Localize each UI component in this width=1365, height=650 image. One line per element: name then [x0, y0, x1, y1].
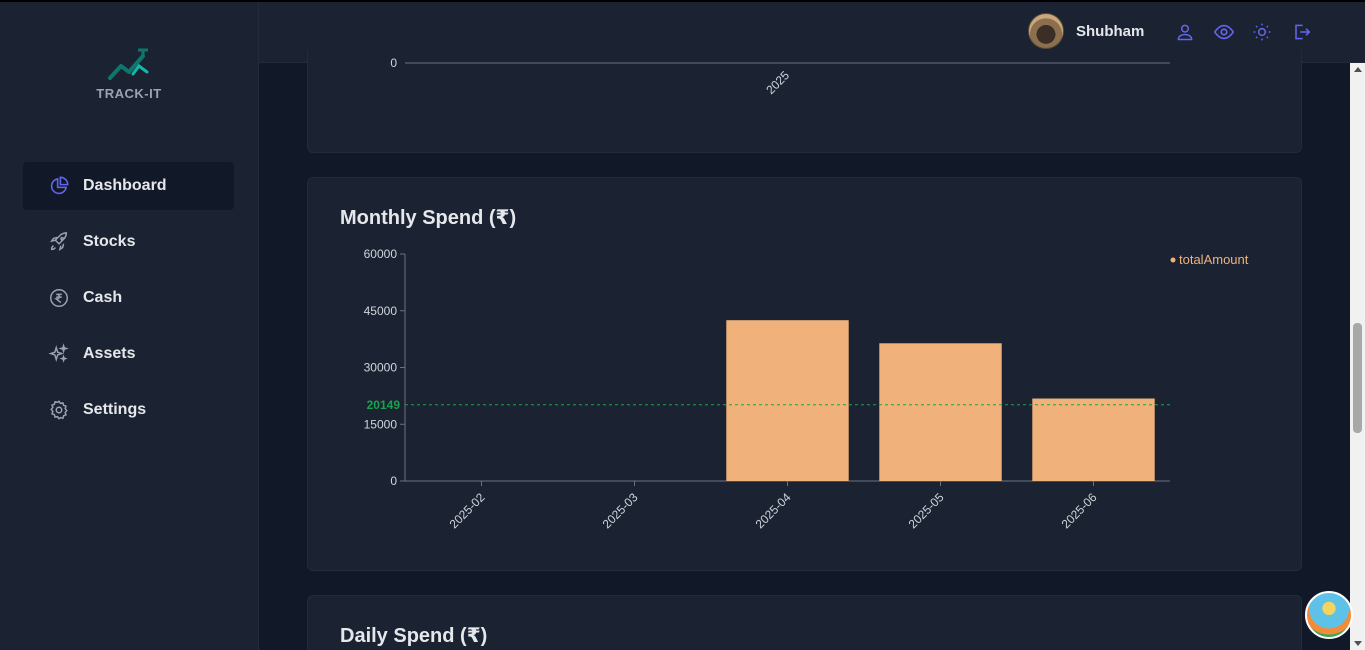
sidebar-item-cash[interactable]: Cash	[23, 274, 234, 322]
x-tick-label: 2025	[763, 68, 792, 97]
sidebar-nav: Dashboard Stocks Cash Assets Settings	[23, 162, 234, 442]
y-tick-label: 15000	[364, 417, 398, 431]
monthly-spend-chart: 0 15000 30000 45000 60000 2025-02 2025-03 2025-…	[364, 247, 1249, 531]
card-title: Daily Spend (₹)	[340, 625, 488, 647]
scrollbar[interactable]	[1350, 63, 1365, 650]
x-tick-label: 2025-03	[600, 490, 641, 531]
scrollbar-thumb[interactable]	[1353, 323, 1362, 433]
app-logo[interactable]: TRACK-IT	[91, 48, 167, 101]
sidebar-item-stocks[interactable]: Stocks	[23, 218, 234, 266]
eye-icon[interactable]	[1212, 20, 1236, 44]
sidebar-item-label: Assets	[83, 345, 136, 362]
user-icon[interactable]	[1173, 20, 1197, 44]
bar-2025-04	[726, 320, 849, 481]
sidebar-item-settings[interactable]: Settings	[23, 386, 234, 434]
reference-line-label: 20149	[367, 398, 401, 412]
sidebar-item-label: Cash	[83, 289, 123, 306]
daily-spend-card: Daily Spend (₹)	[307, 595, 1302, 650]
y-tick-label: 0	[390, 474, 397, 488]
x-tick-label: 2025-06	[1059, 490, 1100, 531]
x-tick-label: 2025-05	[906, 490, 947, 531]
logout-icon[interactable]	[1289, 20, 1313, 44]
gear-icon	[47, 398, 71, 422]
sidebar-item-assets[interactable]: Assets	[23, 330, 234, 378]
yearly-chart-fragment: 0 2025	[390, 56, 1170, 97]
sidebar: TRACK-IT Dashboard Stocks Cash Assets Se…	[0, 2, 259, 650]
sidebar-item-label: Stocks	[83, 233, 136, 250]
x-tick-label: 2025-02	[447, 490, 488, 531]
sidebar-item-label: Settings	[83, 401, 147, 418]
sidebar-item-label: Dashboard	[83, 177, 167, 194]
y-tick-label: 45000	[364, 304, 398, 318]
bar-2025-05	[879, 343, 1002, 481]
y-tick-label: 0	[390, 56, 397, 70]
y-tick-label: 60000	[364, 247, 398, 261]
sun-icon[interactable]	[1250, 20, 1274, 44]
chart-card-top: 0 2025	[307, 50, 1302, 153]
trend-logo-icon	[108, 48, 149, 80]
username: Shubham	[1076, 23, 1145, 40]
sidebar-item-dashboard[interactable]: Dashboard	[23, 162, 234, 210]
legend-marker	[1170, 257, 1176, 263]
y-tick-label: 30000	[364, 361, 398, 375]
monthly-spend-card: Monthly Spend (₹) 0 15000 30000 45000 60000 2…	[307, 177, 1302, 571]
app-name: TRACK-IT	[96, 86, 162, 101]
floating-assistant-button[interactable]	[1305, 591, 1353, 639]
scroll-up-arrow-icon[interactable]	[1354, 67, 1362, 72]
legend-label: totalAmount	[1179, 252, 1249, 267]
pie-chart-icon	[47, 174, 71, 198]
bar-2025-06	[1032, 398, 1155, 481]
sparkles-icon	[47, 342, 71, 366]
x-tick-label: 2025-04	[753, 490, 794, 531]
rocket-icon	[47, 230, 71, 254]
avatar[interactable]	[1028, 13, 1064, 49]
scroll-down-arrow-icon[interactable]	[1354, 641, 1362, 646]
rupee-circle-icon	[47, 286, 71, 310]
